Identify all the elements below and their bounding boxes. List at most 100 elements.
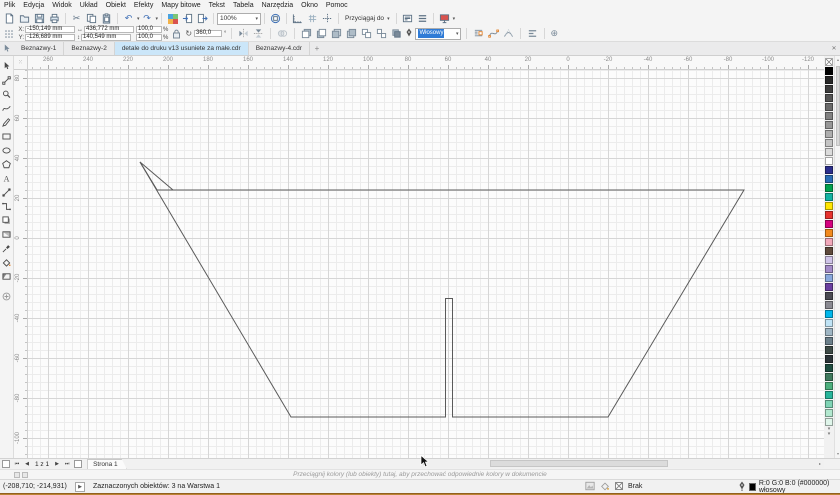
tab-list-icon[interactable]	[0, 42, 14, 55]
color-swatch[interactable]	[825, 76, 833, 84]
color-swatch[interactable]	[825, 229, 833, 237]
new-document-icon[interactable]	[2, 12, 17, 25]
close-document-icon[interactable]: ✕	[828, 42, 840, 55]
group-icon[interactable]	[360, 27, 373, 40]
menu-efekty[interactable]: Efekty	[130, 0, 157, 11]
tab-beznazwy-4[interactable]: Beznazwy-4.cdr	[249, 42, 310, 55]
object-width-field[interactable]: 436,772 mm	[84, 26, 134, 33]
color-swatch[interactable]	[825, 139, 833, 147]
menu-okno[interactable]: Okno	[297, 0, 322, 11]
first-page-icon[interactable]: ⏮	[12, 461, 22, 467]
menu-widok[interactable]: Widok	[48, 0, 75, 11]
interactive-fill-tool[interactable]	[0, 269, 13, 283]
eyedropper-tool[interactable]	[0, 241, 13, 255]
menu-tekst[interactable]: Tekst	[205, 0, 229, 11]
menu-plik[interactable]: Plik	[0, 0, 19, 11]
previous-page-icon[interactable]: ◀	[22, 461, 32, 467]
color-swatch[interactable]	[825, 148, 833, 156]
color-swatch[interactable]	[825, 355, 833, 363]
scale-y-field[interactable]: 100,0	[136, 34, 162, 41]
back-one-icon[interactable]	[345, 27, 358, 40]
drop-shadow-tool[interactable]	[0, 213, 13, 227]
last-page-icon[interactable]: ⏭	[62, 461, 72, 467]
menu-obiekt[interactable]: Obiekt	[102, 0, 130, 11]
show-grid-icon[interactable]	[305, 12, 320, 25]
color-swatch[interactable]	[825, 301, 833, 309]
scroll-right-icon[interactable]: ▸	[816, 459, 824, 468]
workspace-monitor-icon[interactable]	[437, 12, 452, 25]
undo-icon[interactable]: ↶	[121, 12, 136, 25]
convert-to-curves-icon[interactable]	[487, 27, 500, 40]
polygon-tool[interactable]	[0, 157, 13, 171]
color-swatch[interactable]	[825, 310, 833, 318]
color-swatch[interactable]	[825, 193, 833, 201]
vertical-scrollbar[interactable]: ▴ ▾	[834, 56, 840, 458]
print-icon[interactable]	[47, 12, 62, 25]
color-swatch[interactable]	[825, 103, 833, 111]
alignment-icon[interactable]	[526, 27, 539, 40]
color-swatch[interactable]	[825, 382, 833, 390]
shape-tool[interactable]	[0, 73, 13, 87]
menu-mapy-bitowe[interactable]: Mapy bitowe	[157, 0, 204, 11]
chevron-down-icon[interactable]: ▾	[453, 16, 456, 22]
mirror-horizontal-icon[interactable]	[237, 27, 250, 40]
tab-detale-do-druku[interactable]: detale do druku v13 usuniete za małe.cdr	[115, 42, 249, 55]
color-swatch[interactable]	[825, 211, 833, 219]
color-swatch[interactable]	[825, 202, 833, 210]
color-swatch[interactable]	[825, 364, 833, 372]
color-swatch[interactable]	[825, 220, 833, 228]
color-swatch[interactable]	[825, 157, 833, 165]
color-swatch[interactable]	[825, 85, 833, 93]
options-icon[interactable]	[400, 12, 415, 25]
add-page-before-icon[interactable]	[2, 460, 10, 468]
show-guidelines-icon[interactable]	[320, 12, 335, 25]
docker-mini-icon[interactable]	[14, 472, 20, 478]
redo-icon[interactable]: ↷	[140, 12, 155, 25]
object-info-icon[interactable]: ▶	[75, 482, 85, 492]
open-icon[interactable]	[17, 12, 32, 25]
object-x-field[interactable]: -150,149 mm	[25, 26, 75, 33]
menu-uklad[interactable]: Układ	[76, 0, 102, 11]
interactive-property-icon[interactable]: ⊕	[550, 28, 558, 39]
color-swatch[interactable]	[825, 373, 833, 381]
copy-icon[interactable]	[84, 12, 99, 25]
color-swatch[interactable]	[825, 328, 833, 336]
color-swatch[interactable]	[825, 94, 833, 102]
scale-x-field[interactable]: 100,0	[136, 26, 162, 33]
page-counter[interactable]: 1 z 1	[32, 461, 52, 468]
dockers-icon[interactable]	[415, 12, 430, 25]
object-height-field[interactable]: 140,549 mm	[81, 34, 131, 41]
ungroup-icon[interactable]	[375, 27, 388, 40]
rotation-angle-field[interactable]: 360,0	[194, 30, 222, 37]
color-swatch[interactable]	[825, 112, 833, 120]
paste-icon[interactable]	[99, 12, 114, 25]
menu-narzedzia[interactable]: Narzędzia	[258, 0, 298, 11]
search-content-icon[interactable]	[165, 12, 180, 25]
redo-dropdown-icon[interactable]: ▾	[156, 16, 159, 22]
menu-tabela[interactable]: Tabela	[229, 0, 258, 11]
new-tab-button[interactable]: +	[310, 42, 324, 55]
import-icon[interactable]	[180, 12, 195, 25]
b-spline-icon[interactable]	[502, 27, 515, 40]
color-swatch[interactable]	[825, 283, 833, 291]
color-swatch[interactable]	[825, 400, 833, 408]
chevron-down-icon[interactable]: ▾	[456, 31, 459, 37]
chevron-down-icon[interactable]: ▾	[256, 16, 259, 22]
docker-mini-icon[interactable]	[22, 472, 28, 478]
forward-one-icon[interactable]	[330, 27, 343, 40]
transparency-tool[interactable]	[0, 227, 13, 241]
dimension-tool[interactable]	[0, 185, 13, 199]
connector-tool[interactable]	[0, 199, 13, 213]
show-rulers-icon[interactable]	[290, 12, 305, 25]
ellipse-tool[interactable]	[0, 143, 13, 157]
color-swatch[interactable]	[825, 184, 833, 192]
menu-edycja[interactable]: Edycja	[19, 0, 48, 11]
horizontal-scroll-thumb[interactable]	[490, 460, 668, 467]
zoom-level-combo[interactable]: 100% ▾	[217, 13, 261, 25]
ruler-units-corner[interactable]: ⁙	[14, 56, 28, 70]
freehand-tool[interactable]	[0, 101, 13, 115]
to-front-icon[interactable]	[300, 27, 313, 40]
color-swatch[interactable]	[825, 130, 833, 138]
palette-expand-icon[interactable]: ▾	[828, 432, 831, 437]
color-swatch[interactable]	[825, 247, 833, 255]
